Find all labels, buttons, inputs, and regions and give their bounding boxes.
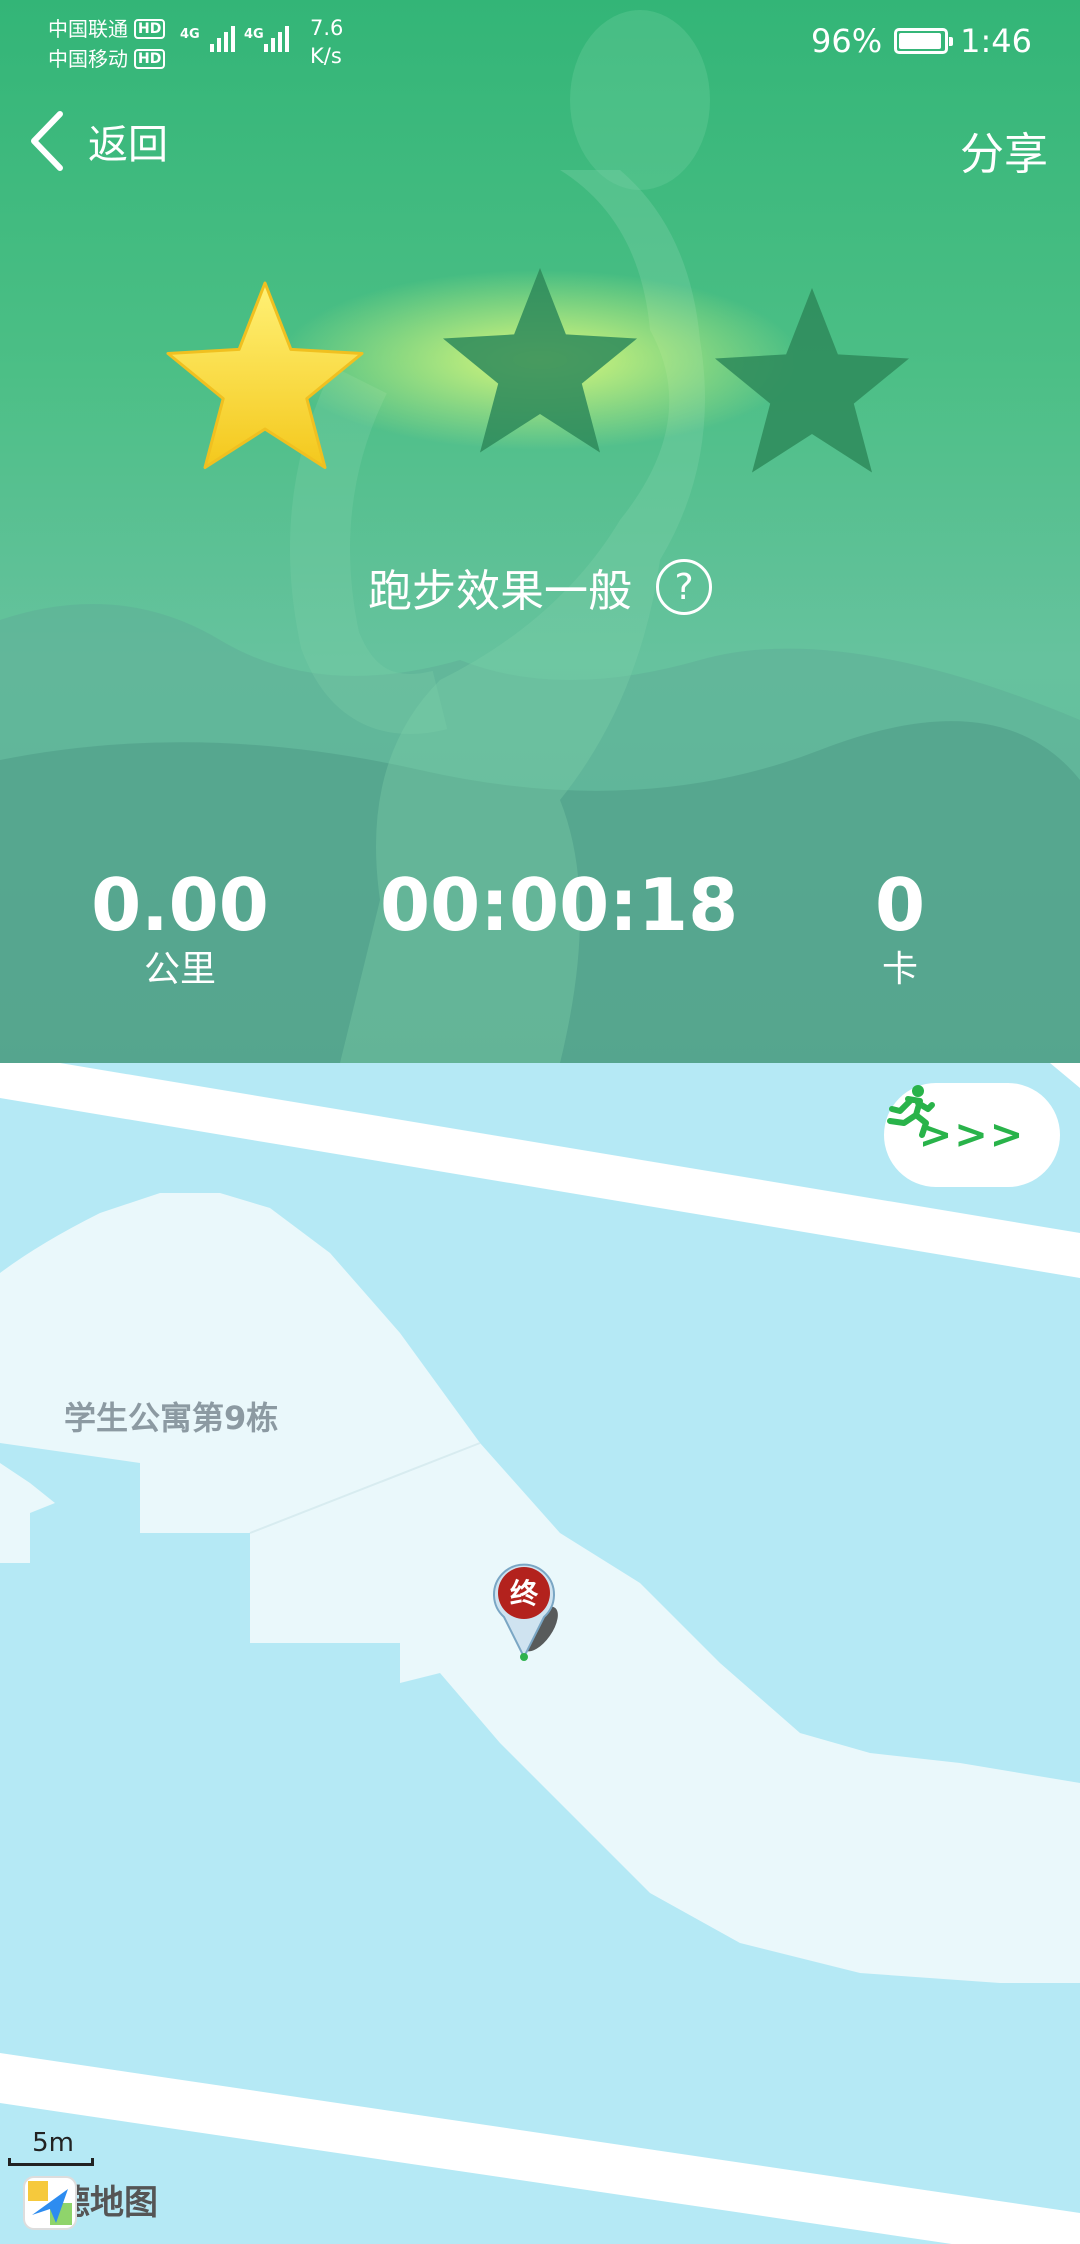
- share-button[interactable]: 分享: [960, 118, 1048, 182]
- scale-bar: [8, 2158, 94, 2166]
- chevron-left-icon: [31, 111, 63, 171]
- building-corner: [0, 1463, 55, 1563]
- battery-icon: [894, 28, 954, 54]
- calories-unit: 卡: [881, 949, 918, 990]
- star-rating: [166, 268, 909, 473]
- question-icon: ?: [674, 566, 694, 608]
- rating-summary: 跑步效果一般 ?: [0, 555, 1080, 619]
- route-map[interactable]: 学生公寓第9栋 终 >>> 5m 高德地图: [0, 1063, 1080, 2244]
- status-right: 96% 1:46: [811, 22, 1032, 60]
- map-provider-logo: 高德地图: [22, 2175, 158, 2230]
- building-label: 学生公寓第9栋: [64, 1399, 279, 1437]
- duration-stat: 00:00:18: [380, 863, 739, 947]
- signal-icon: 4G 4G: [180, 26, 289, 52]
- help-button[interactable]: ?: [656, 559, 712, 615]
- rating-label: 跑步效果一般: [368, 566, 632, 617]
- back-label: 返回: [88, 122, 168, 168]
- road-corner: [1050, 1063, 1080, 1088]
- status-bar: 中国联通 HD 中国移动 HD 4G 4G 7.6 K/s 96% 1:46: [0, 0, 1080, 90]
- map-pin-icon: 终: [493, 1563, 558, 1661]
- clock: 1:46: [960, 22, 1032, 60]
- back-button[interactable]: 返回: [26, 110, 168, 172]
- carrier-1-label: 中国联通: [48, 17, 128, 41]
- carrier-info: 中国联通 HD 中国移动 HD: [48, 14, 166, 74]
- distance-unit: 公里: [143, 949, 216, 990]
- map-scale: 5m: [8, 2128, 98, 2166]
- network-speed-value: 7.6: [310, 16, 344, 40]
- network-2-label: 4G: [244, 27, 264, 42]
- calories-value: 0: [874, 863, 926, 947]
- network-speed-unit: K/s: [310, 44, 342, 68]
- road-bottom: [0, 2053, 1080, 2244]
- end-marker-label: 终: [510, 1577, 539, 1610]
- run-result-panel: 中国联通 HD 中国移动 HD 4G 4G 7.6 K/s 96% 1:46 返…: [0, 0, 1080, 1063]
- hd-badge-2: HD: [134, 49, 166, 69]
- distance-stat: 0.00 公里: [80, 865, 280, 995]
- duration-value: 00:00:18: [380, 863, 739, 947]
- carrier-2-label: 中国移动: [48, 47, 128, 71]
- replay-route-button[interactable]: >>>: [884, 1083, 1060, 1187]
- distance-value: 0.00: [91, 863, 269, 947]
- runner-icon: [887, 1085, 935, 1138]
- nav-bar: 返回 分享: [0, 100, 1080, 200]
- network-1-label: 4G: [180, 27, 200, 42]
- battery-percent: 96%: [811, 22, 883, 60]
- network-speed: 7.6 K/s: [310, 14, 343, 70]
- calories-stat: 0 卡: [820, 865, 980, 995]
- battery-fill: [899, 33, 942, 49]
- scale-label: 5m: [32, 2128, 74, 2158]
- hd-badge: HD: [134, 19, 166, 39]
- amap-logo-icon: [23, 2176, 77, 2230]
